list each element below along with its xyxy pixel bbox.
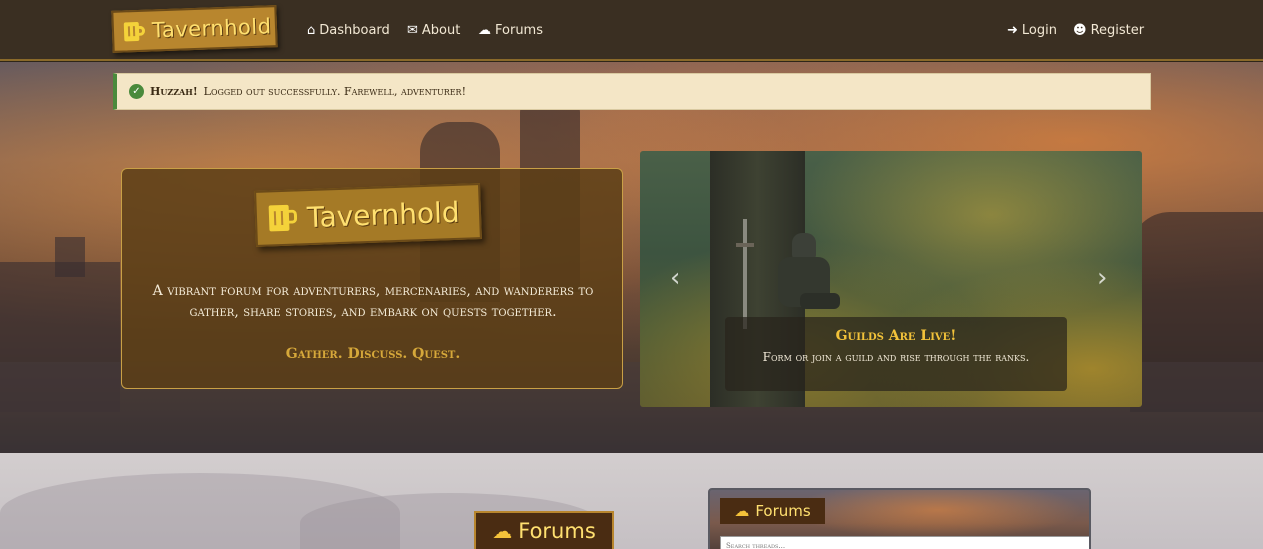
intro-card: Tavernhold A vibrant forum for adventure… xyxy=(121,168,623,389)
intro-tagline: Gather. Discuss. Quest. xyxy=(285,346,461,362)
user-plus-icon: ☻ xyxy=(1073,22,1087,38)
intro-brand-name: Tavernhold xyxy=(306,195,461,234)
comments-icon: ☁ xyxy=(492,519,513,543)
caption-title: Guilds Are Live! xyxy=(835,328,957,344)
nav-dashboard[interactable]: ⌂ Dashboard xyxy=(307,20,390,40)
logout-alert: ✓ Huzzah! Logged out successfully. Farew… xyxy=(113,73,1151,110)
nav-login[interactable]: ➜ Login xyxy=(1007,20,1057,40)
caption-text: Form or join a guild and rise through th… xyxy=(762,350,1030,364)
nav-forums[interactable]: ☁ Forums xyxy=(478,20,543,40)
nav-about[interactable]: ✉ About xyxy=(407,20,460,40)
mug-icon xyxy=(123,20,147,43)
brand-logo[interactable]: Tavernhold xyxy=(111,5,278,53)
feature-carousel: ‹ › Guilds Are Live! Form or join a guil… xyxy=(640,151,1142,407)
mug-icon xyxy=(268,202,300,233)
nav-register[interactable]: ☻ Register xyxy=(1073,20,1144,40)
alert-message: Logged out successfully. Farewell, adven… xyxy=(203,85,466,98)
chevron-right-icon[interactable]: › xyxy=(1097,263,1107,293)
carousel-caption: Guilds Are Live! Form or join a guild an… xyxy=(725,317,1067,391)
navbar: Tavernhold ⌂ Dashboard ✉ About ☁ Forums … xyxy=(0,0,1263,61)
alert-title: Huzzah! xyxy=(150,85,198,98)
comments-icon: ☁ xyxy=(734,502,750,520)
forums-panel: ☁ Forums xyxy=(708,488,1091,549)
scroll-icon: ✉ xyxy=(407,22,418,38)
forums-heading: ☁ Forums xyxy=(474,511,614,549)
brand-name: Tavernhold xyxy=(151,14,272,43)
login-icon: ➜ xyxy=(1007,22,1018,38)
search-threads-input[interactable] xyxy=(720,536,1089,549)
forums-panel-tab[interactable]: ☁ Forums xyxy=(720,498,825,524)
comments-icon: ☁ xyxy=(478,22,491,38)
check-circle-icon: ✓ xyxy=(129,84,144,99)
intro-logo: Tavernhold xyxy=(254,183,482,247)
intro-description: A vibrant forum for adventurers, mercena… xyxy=(152,283,594,320)
knight-figure xyxy=(770,233,840,323)
home-icon: ⌂ xyxy=(307,22,316,38)
chevron-left-icon[interactable]: ‹ xyxy=(670,263,680,293)
